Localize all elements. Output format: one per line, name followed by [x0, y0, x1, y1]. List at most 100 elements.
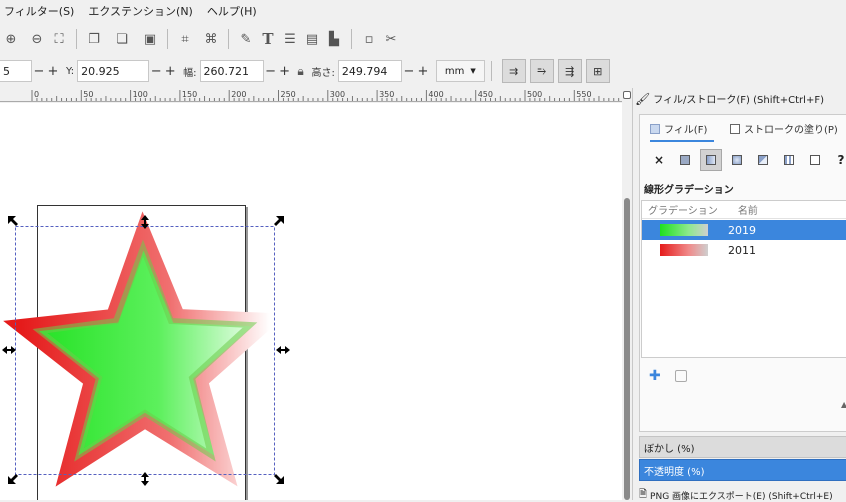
toolbar-separator [76, 29, 77, 49]
toolbar-separator [167, 29, 168, 49]
column-gradient[interactable]: グラデーション [648, 202, 718, 217]
canvas-vertical-scrollbar[interactable] [622, 103, 632, 500]
unit-select[interactable]: mm ▼ [435, 60, 485, 82]
group-icon[interactable]: ⌗ [174, 28, 196, 50]
lock-icon[interactable]: 🔒︎ [292, 60, 310, 82]
radial-gradient-icon [732, 155, 742, 165]
tab-fill[interactable]: フィル(F) [650, 121, 714, 142]
preferences-icon[interactable]: ✂ [380, 28, 402, 50]
drawing-canvas[interactable] [0, 103, 622, 500]
blur-slider[interactable]: ぼかし (%) [639, 436, 846, 458]
y-decrement-button[interactable]: − [149, 64, 163, 79]
y-label: Y: [66, 65, 75, 77]
zoom-in-icon[interactable]: ⊕ [0, 28, 22, 50]
layers-icon[interactable]: ☰ [279, 28, 301, 50]
gradient-row-2011[interactable]: 2011 [642, 240, 846, 260]
horizontal-ruler: 0 50 100 150 200 250 300 350 400 450 500 550 [0, 88, 622, 102]
pattern-icon [784, 155, 794, 165]
height-increment-button[interactable]: + [416, 64, 430, 79]
duplicate-icon[interactable]: ❐ [83, 28, 105, 50]
blur-label: ぼかし (%) [644, 443, 695, 455]
radial-gradient-button[interactable] [726, 149, 748, 171]
document-properties-icon[interactable]: ▫ [358, 28, 380, 50]
opacity-slider[interactable]: 不透明度 (%) [639, 459, 846, 481]
resize-handle-right[interactable] [276, 346, 290, 354]
unlink-clone-icon[interactable]: ▣ [139, 28, 161, 50]
unset-paint-button[interactable]: ? [830, 149, 846, 171]
delete-gradient-icon[interactable] [675, 370, 687, 382]
gradient-swatch-red [660, 244, 708, 256]
resize-handle-top-left[interactable] [8, 216, 18, 226]
column-name[interactable]: 名前 [738, 202, 758, 217]
width-decrement-button[interactable]: − [264, 64, 278, 79]
toolbar-separator [490, 61, 492, 81]
menu-extensions[interactable]: エクステンション(N) [88, 3, 192, 19]
fill-type-buttons: × ? [648, 149, 846, 171]
zoom-out-icon[interactable]: ⊖ [26, 28, 48, 50]
menu-filters[interactable]: フィルター(S) [4, 3, 74, 19]
panel-title: フィル/ストローク(F) (Shift+Ctrl+F) [653, 95, 824, 106]
width-increment-button[interactable]: + [278, 64, 292, 79]
scale-corners-toggle-icon[interactable]: ⥱ [529, 59, 554, 83]
resize-handle-bottom-right[interactable] [274, 474, 284, 484]
mesh-gradient-button[interactable] [752, 149, 774, 171]
add-gradient-icon[interactable]: ✚ [649, 368, 661, 384]
stroke-tab-icon [730, 123, 740, 134]
text-tool-icon[interactable]: T [257, 28, 279, 50]
x-increment-button[interactable]: + [46, 64, 60, 79]
gradient-swatch-green [660, 224, 708, 236]
no-paint-button[interactable]: × [648, 149, 670, 171]
scale-stroke-toggle-icon[interactable]: ⇉ [501, 59, 526, 83]
y-increment-button[interactable]: + [163, 64, 177, 79]
y-field[interactable]: 20.925 [77, 60, 150, 82]
ruler-label: 200 [231, 90, 246, 99]
ruler-corner-icon[interactable] [622, 88, 632, 102]
pattern-button[interactable] [778, 149, 800, 171]
x-decrement-button[interactable]: − [32, 64, 46, 79]
x-field[interactable]: 5 [0, 60, 32, 82]
ruler-label: 100 [133, 90, 148, 99]
width-label: 幅: [183, 67, 197, 79]
gradient-name: 2011 [728, 243, 756, 257]
tab-stroke-paint-label: ストロークの塗り(P) [744, 125, 838, 136]
tab-fill-label: フィル(F) [664, 125, 708, 136]
resize-handle-left[interactable] [2, 346, 16, 354]
xml-editor-icon[interactable]: ▤ [301, 28, 323, 50]
active-tab-indicator [650, 140, 714, 142]
swatch-button[interactable] [804, 149, 826, 171]
gradient-row-2019[interactable]: 2019 [642, 220, 846, 240]
transform-gradients-toggle-icon[interactable]: ⇶ [557, 59, 582, 83]
ruler-label: 250 [281, 90, 296, 99]
ruler-label: 350 [379, 90, 394, 99]
menu-bar: フィルター(S) エクステンション(N) ヘルプ(H) [0, 0, 846, 22]
fill-stroke-icon[interactable]: ✎ [235, 28, 257, 50]
panel-title-bar[interactable]: 🖌︎ フィル/ストローク(F) (Shift+Ctrl+F) [635, 91, 824, 107]
linear-gradient-icon [706, 155, 716, 165]
transform-patterns-toggle-icon[interactable]: ⊞ [585, 59, 610, 83]
chevron-down-icon: ▼ [470, 67, 476, 75]
ruler-label: 150 [182, 90, 197, 99]
y-value: 20.925 [81, 64, 120, 78]
linear-gradient-button[interactable] [700, 149, 722, 171]
ungroup-icon[interactable]: ⌘ [200, 28, 222, 50]
ruler-label: 400 [428, 90, 443, 99]
fill-tab-icon [650, 123, 660, 134]
align-icon[interactable]: ▙ [323, 28, 345, 50]
zoom-fit-icon[interactable]: ⛶ [48, 28, 70, 50]
collapse-arrow-icon[interactable]: ▲ [841, 400, 846, 409]
resize-handle-top-right[interactable] [274, 216, 284, 226]
tab-stroke-paint[interactable]: ストロークの塗り(P) [730, 121, 838, 136]
ruler-label: 50 [83, 90, 93, 99]
width-field[interactable]: 260.721 [199, 60, 264, 82]
unset-paint-icon: ? [837, 153, 845, 167]
height-label: 高さ: [311, 67, 335, 79]
width-value: 260.721 [203, 64, 250, 78]
menu-help[interactable]: ヘルプ(H) [207, 3, 257, 19]
flat-color-button[interactable] [674, 149, 696, 171]
ruler-label: 0 [34, 90, 39, 99]
clone-icon[interactable]: ❏ [111, 28, 133, 50]
resize-handle-bottom-left[interactable] [8, 474, 18, 484]
scrollbar-thumb[interactable] [624, 198, 630, 500]
height-decrement-button[interactable]: − [402, 64, 416, 79]
height-field[interactable]: 249.794 [337, 60, 402, 82]
